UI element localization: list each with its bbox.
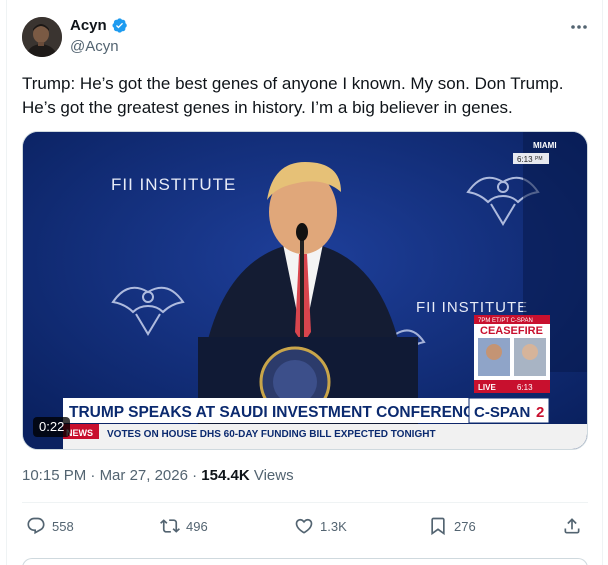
author-avatar[interactable]: [22, 17, 62, 57]
bookmark-button[interactable]: 276: [428, 515, 476, 537]
institute-label-right: FII INSTITUTE: [416, 299, 528, 316]
live-label: LIVE: [478, 383, 496, 392]
repost-icon: [160, 519, 180, 533]
video-frame: FII INSTITUTE FII INSTITUTE MIAMI 6:13 P…: [23, 132, 587, 449]
repost-count: 496: [186, 518, 208, 534]
local-time: 6:13: [517, 155, 533, 164]
author-handle[interactable]: @Acyn: [70, 38, 119, 55]
microphone: [296, 223, 308, 241]
reply-button[interactable]: 558: [26, 515, 74, 537]
like-button[interactable]: 1.3K: [294, 515, 347, 537]
heart-icon: [295, 518, 313, 534]
share-icon: [564, 518, 580, 534]
meta-separator: ·: [192, 467, 198, 484]
ticker-prefix: NEWS: [66, 428, 93, 438]
inset-promo: 7PM ET/PT C-SPAN CEASEFIRE LIVE 6:13: [474, 315, 550, 393]
network-label: C-SPAN: [474, 404, 530, 421]
repost-button[interactable]: 496: [160, 515, 208, 537]
verified-badge-icon: [111, 17, 128, 34]
views-label: Views: [253, 467, 294, 484]
video-duration-badge: 0:22: [33, 417, 71, 437]
inset-title: CEASEFIRE: [480, 325, 543, 337]
post-time[interactable]: 10:15 PM: [22, 467, 86, 484]
reply-count: 558: [52, 518, 74, 534]
share-button[interactable]: [562, 515, 582, 537]
location-label: MIAMI: [533, 141, 557, 150]
views-count: 154.4K: [201, 467, 250, 484]
inset-schedule: 7PM ET/PT C-SPAN: [478, 318, 533, 324]
local-time-suffix: PM: [535, 156, 543, 162]
chyron-headline: TRUMP SPEAKS AT SAUDI INVESTMENT CONFERE…: [69, 404, 485, 421]
more-options-icon[interactable]: [568, 18, 590, 36]
meta-separator: ·: [90, 467, 96, 484]
network-number: 2: [536, 404, 544, 421]
tweet-text: Trump: He’s got the best genes of anyone…: [22, 74, 564, 117]
like-count: 1.3K: [320, 518, 347, 534]
author-name-row[interactable]: Acyn: [70, 17, 128, 34]
tweet-metadata: 10:15 PM · Mar 27, 2026 · 154.4K Views: [22, 467, 294, 484]
institute-label-left: FII INSTITUTE: [111, 175, 236, 194]
divider: [22, 502, 588, 503]
reply-icon: [27, 517, 45, 535]
ticker-text: VOTES ON HOUSE DHS 60-DAY FUNDING BILL E…: [107, 429, 436, 440]
video-player[interactable]: FII INSTITUTE FII INSTITUTE MIAMI 6:13 P…: [22, 131, 588, 450]
avatar-photo: [22, 17, 62, 57]
reply-composer-edge: [22, 558, 588, 565]
post-date[interactable]: Mar 27, 2026: [100, 467, 188, 484]
bookmark-count: 276: [454, 518, 476, 534]
bookmark-icon: [431, 517, 445, 536]
microphone-stand: [300, 232, 304, 342]
live-time: 6:13: [517, 383, 533, 392]
author-display-name[interactable]: Acyn: [70, 17, 107, 34]
